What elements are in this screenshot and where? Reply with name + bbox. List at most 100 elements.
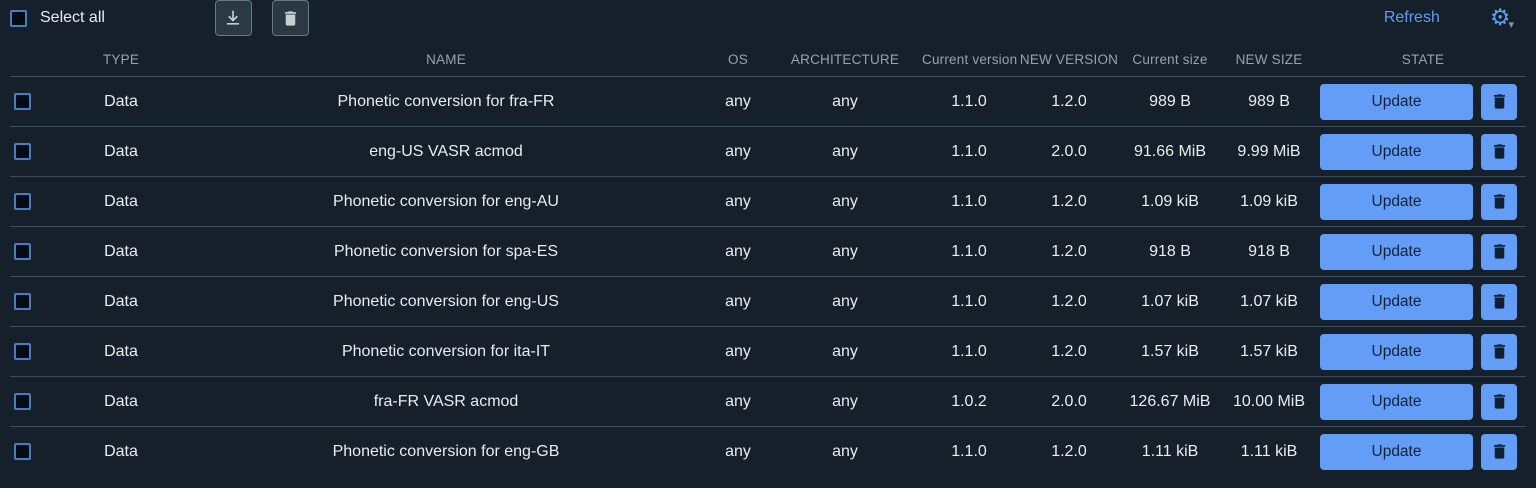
cell-name: Phonetic conversion for eng-US [184, 293, 708, 311]
cell-new-size: 9.99 MiB [1218, 143, 1320, 161]
settings-menu-button[interactable]: ⚙ ▾ [1490, 6, 1514, 31]
column-header-new-version: NEW VERSION [1016, 52, 1122, 67]
column-header-name: NAME [184, 52, 708, 67]
cell-type: Data [58, 293, 184, 311]
row-checkbox[interactable] [14, 343, 31, 360]
cell-current-size: 1.57 kiB [1122, 343, 1218, 361]
table-header-row: TYPE NAME OS ARCHITECTURE Current versio… [10, 36, 1526, 77]
cell-architecture: any [768, 343, 922, 361]
delete-row-button[interactable] [1481, 184, 1517, 220]
cell-os: any [708, 393, 768, 411]
cell-os: any [708, 443, 768, 461]
download-icon [223, 8, 243, 28]
delete-selected-button[interactable] [272, 0, 309, 36]
delete-row-button[interactable] [1481, 284, 1517, 320]
cell-type: Data [58, 93, 184, 111]
cell-current-version: 1.1.0 [922, 93, 1016, 111]
cell-new-version: 2.0.0 [1016, 143, 1122, 161]
update-button[interactable]: Update [1320, 234, 1473, 270]
delete-row-button[interactable] [1481, 234, 1517, 270]
update-button[interactable]: Update [1320, 434, 1473, 470]
package-update-page: Select all Refresh ⚙ ▾ TYPE NAME OS [0, 0, 1536, 488]
refresh-button[interactable]: Refresh [1384, 9, 1440, 27]
select-all-label: Select all [40, 9, 105, 27]
cell-type: Data [58, 443, 184, 461]
column-header-current-size: Current size [1122, 52, 1218, 67]
cell-current-version: 1.1.0 [922, 443, 1016, 461]
cell-current-size: 126.67 MiB [1122, 393, 1218, 411]
cell-type: Data [58, 343, 184, 361]
trash-icon [1490, 392, 1509, 411]
update-button[interactable]: Update [1320, 334, 1473, 370]
row-checkbox[interactable] [14, 193, 31, 210]
update-button[interactable]: Update [1320, 384, 1473, 420]
column-header-type: TYPE [58, 52, 184, 67]
row-checkbox[interactable] [14, 393, 31, 410]
cell-new-size: 918 B [1218, 243, 1320, 261]
update-button[interactable]: Update [1320, 284, 1473, 320]
cell-current-version: 1.1.0 [922, 193, 1016, 211]
table-row: Data fra-FR VASR acmod any any 1.0.2 2.0… [10, 377, 1526, 427]
cell-os: any [708, 293, 768, 311]
update-button[interactable]: Update [1320, 134, 1473, 170]
download-selected-button[interactable] [215, 0, 252, 36]
column-header-new-size: NEW SIZE [1218, 52, 1320, 67]
cell-os: any [708, 143, 768, 161]
row-checkbox[interactable] [14, 143, 31, 160]
cell-architecture: any [768, 293, 922, 311]
cell-os: any [708, 343, 768, 361]
cell-new-version: 1.2.0 [1016, 93, 1122, 111]
cell-type: Data [58, 393, 184, 411]
cell-current-size: 989 B [1122, 93, 1218, 111]
cell-os: any [708, 193, 768, 211]
cell-new-size: 1.09 kiB [1218, 193, 1320, 211]
delete-row-button[interactable] [1481, 334, 1517, 370]
cell-new-size: 989 B [1218, 93, 1320, 111]
delete-row-button[interactable] [1481, 384, 1517, 420]
table-row: Data Phonetic conversion for ita-IT any … [10, 327, 1526, 377]
cell-name: Phonetic conversion for eng-GB [184, 443, 708, 461]
cell-new-size: 1.07 kiB [1218, 293, 1320, 311]
cell-name: Phonetic conversion for fra-FR [184, 93, 708, 111]
column-header-architecture: ARCHITECTURE [768, 52, 922, 67]
cell-current-size: 91.66 MiB [1122, 143, 1218, 161]
cell-name: Phonetic conversion for spa-ES [184, 243, 708, 261]
delete-row-button[interactable] [1481, 134, 1517, 170]
cell-name: eng-US VASR acmod [184, 143, 708, 161]
cell-os: any [708, 243, 768, 261]
cell-current-version: 1.1.0 [922, 143, 1016, 161]
cell-new-version: 1.2.0 [1016, 193, 1122, 211]
table-row: Data Phonetic conversion for eng-AU any … [10, 177, 1526, 227]
select-all-checkbox[interactable] [10, 10, 27, 27]
row-checkbox[interactable] [14, 243, 31, 260]
trash-icon [1490, 442, 1509, 461]
cell-new-version: 1.2.0 [1016, 293, 1122, 311]
trash-icon [281, 9, 300, 28]
cell-name: Phonetic conversion for eng-AU [184, 193, 708, 211]
cell-architecture: any [768, 443, 922, 461]
delete-row-button[interactable] [1481, 434, 1517, 470]
cell-current-size: 1.09 kiB [1122, 193, 1218, 211]
cell-new-version: 1.2.0 [1016, 443, 1122, 461]
row-checkbox[interactable] [14, 443, 31, 460]
trash-icon [1490, 342, 1509, 361]
cell-current-version: 1.1.0 [922, 243, 1016, 261]
table-body: Data Phonetic conversion for fra-FR any … [10, 77, 1526, 476]
cell-new-version: 1.2.0 [1016, 343, 1122, 361]
update-button[interactable]: Update [1320, 84, 1473, 120]
row-checkbox[interactable] [14, 293, 31, 310]
table-row: Data eng-US VASR acmod any any 1.1.0 2.0… [10, 127, 1526, 177]
cell-new-version: 2.0.0 [1016, 393, 1122, 411]
toolbar: Select all Refresh ⚙ ▾ [10, 0, 1526, 36]
cell-architecture: any [768, 193, 922, 211]
cell-os: any [708, 93, 768, 111]
table-row: Data Phonetic conversion for spa-ES any … [10, 227, 1526, 277]
cell-architecture: any [768, 93, 922, 111]
cell-current-version: 1.1.0 [922, 293, 1016, 311]
cell-current-version: 1.1.0 [922, 343, 1016, 361]
update-button[interactable]: Update [1320, 184, 1473, 220]
delete-row-button[interactable] [1481, 84, 1517, 120]
row-checkbox[interactable] [14, 93, 31, 110]
table-row: Data Phonetic conversion for eng-GB any … [10, 427, 1526, 476]
gear-icon: ⚙ [1490, 6, 1511, 29]
